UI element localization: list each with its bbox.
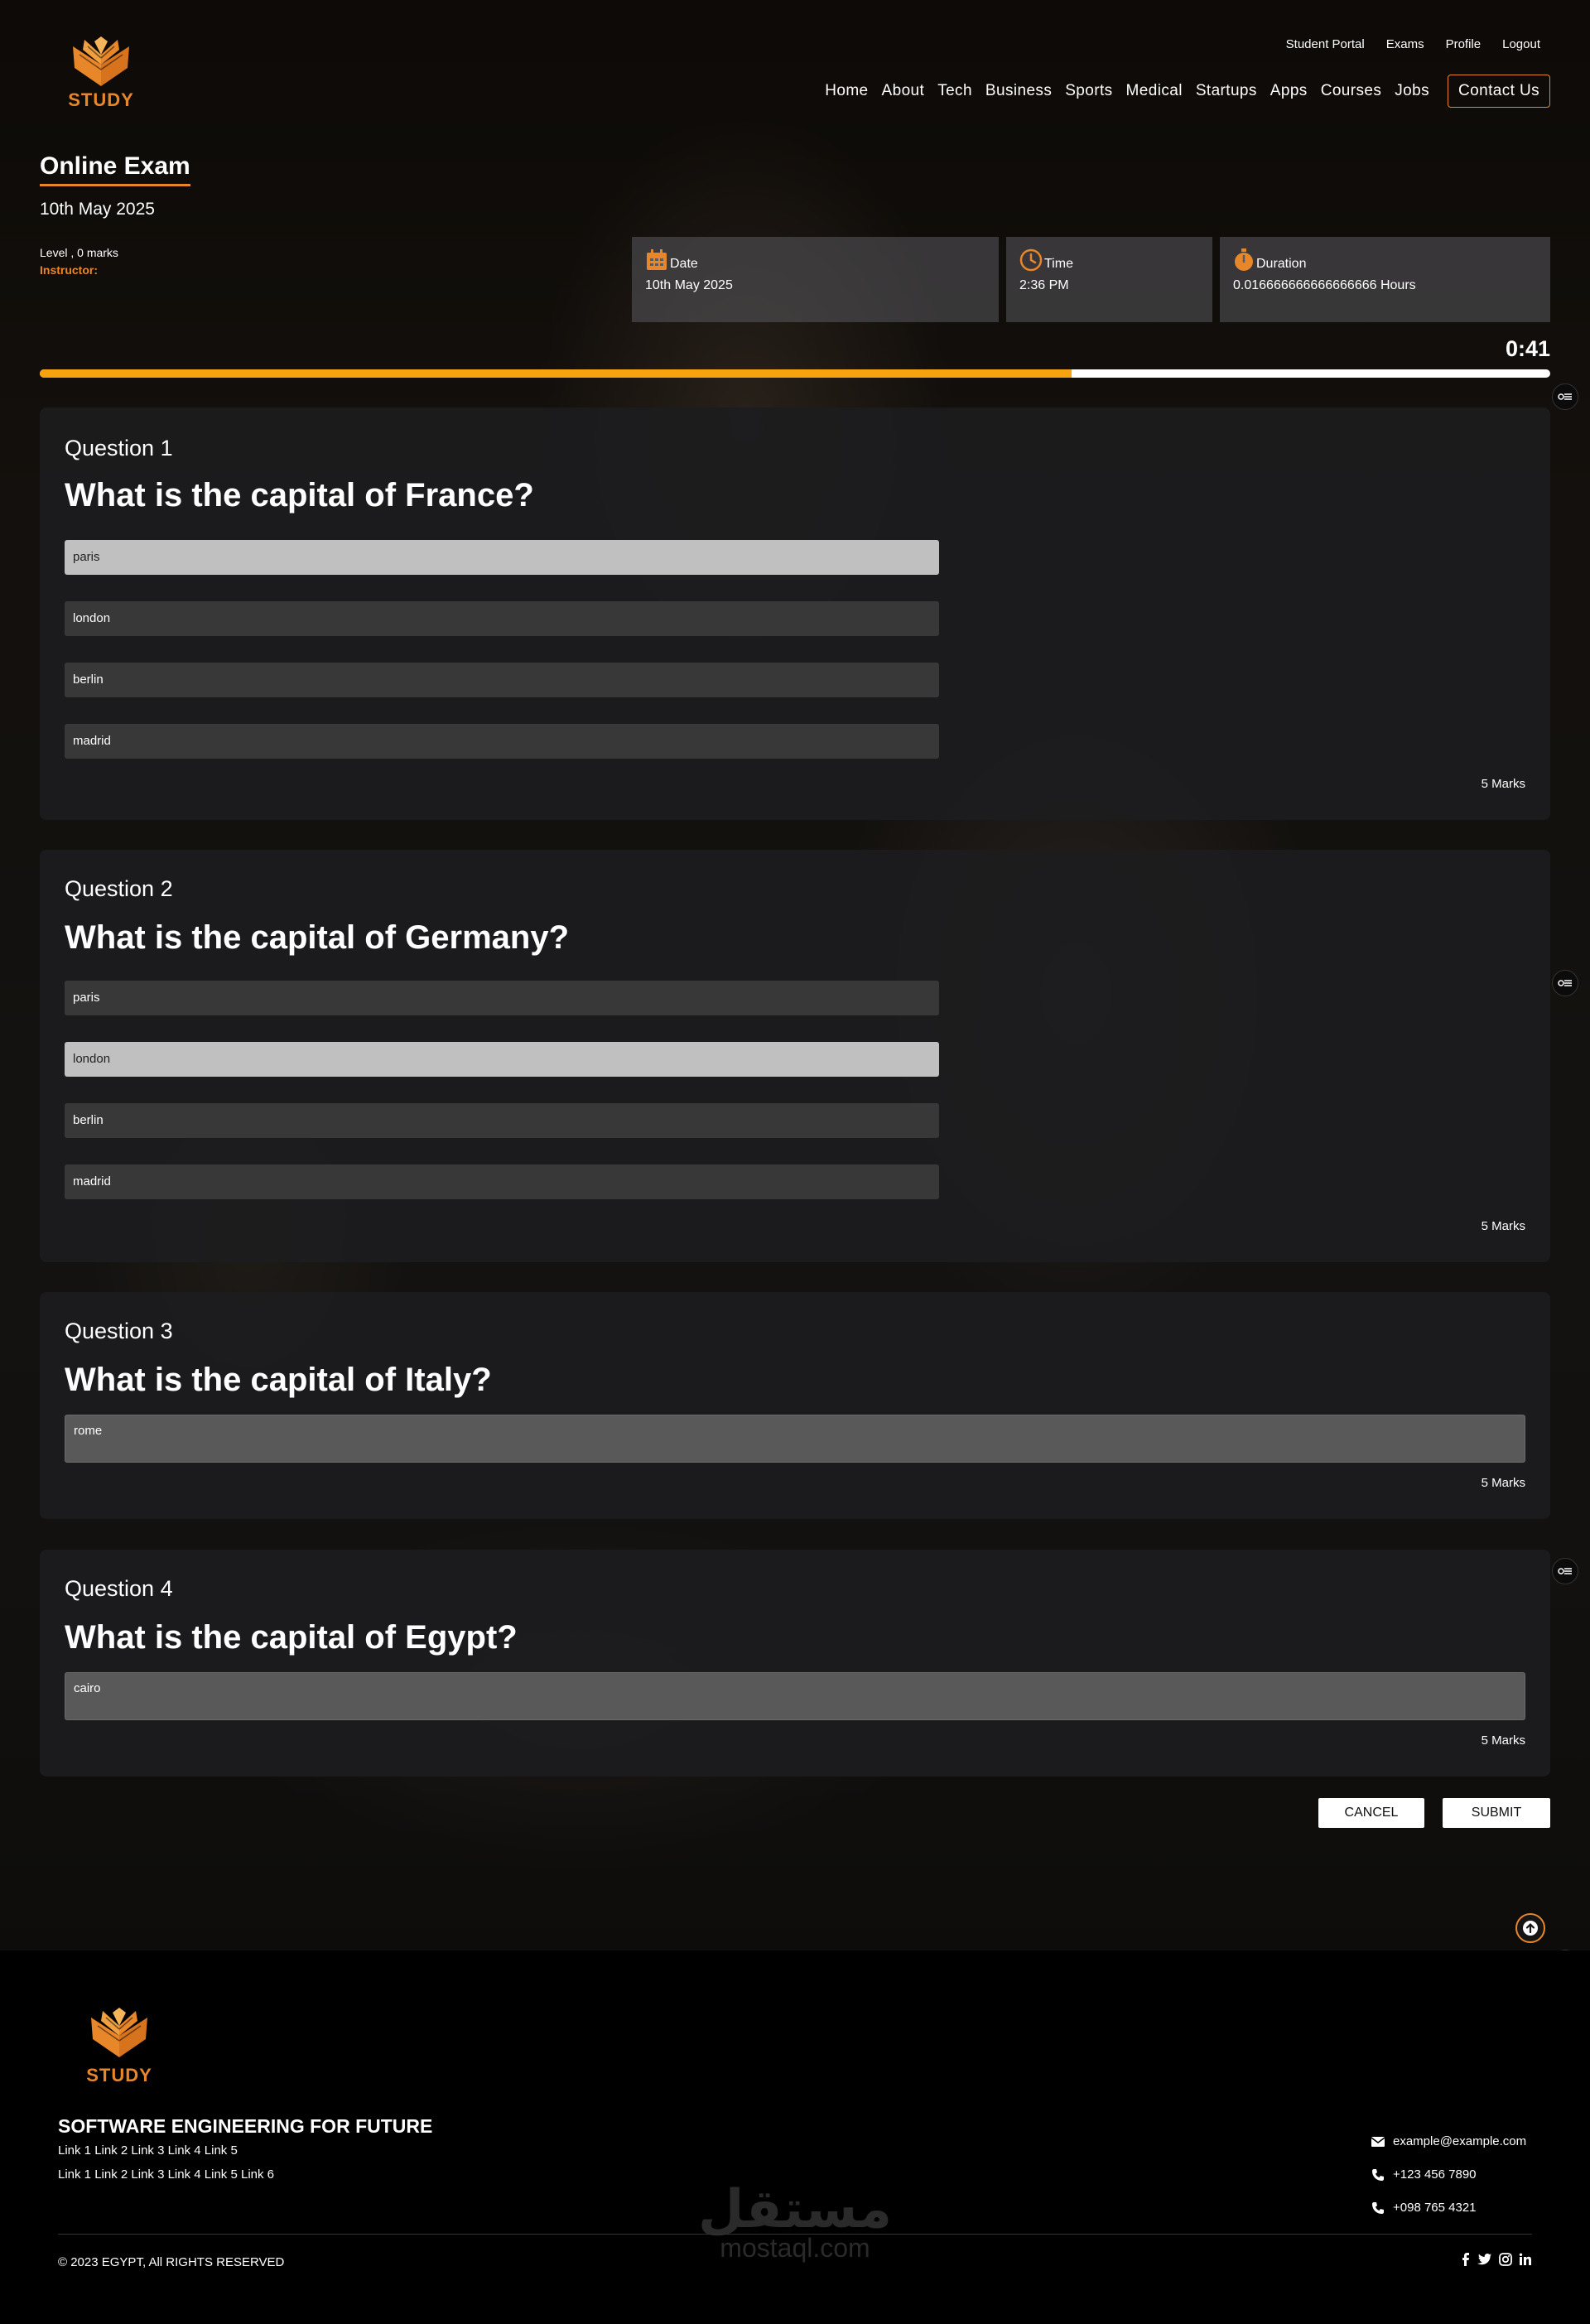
watermark: مستقل mostaql.com bbox=[696, 2179, 894, 2263]
exam-date: 10th May 2025 bbox=[40, 200, 155, 219]
facebook-icon[interactable] bbox=[1461, 2253, 1471, 2266]
nav-home[interactable]: Home bbox=[825, 82, 868, 100]
nav-courses[interactable]: Courses bbox=[1321, 82, 1382, 100]
answer-option[interactable]: paris bbox=[65, 540, 939, 575]
footer-tagline: SOFTWARE ENGINEERING FOR FUTURE bbox=[58, 2115, 433, 2137]
nav-business[interactable]: Business bbox=[985, 82, 1052, 100]
footer-phone-text[interactable]: +123 456 7890 bbox=[1393, 2167, 1477, 2182]
time-card: Time 2:36 PM bbox=[1006, 237, 1212, 322]
answer-option[interactable]: madrid bbox=[65, 1164, 939, 1199]
instagram-icon[interactable] bbox=[1499, 2253, 1512, 2266]
contact-us-button[interactable]: Contact Us bbox=[1448, 75, 1550, 108]
question-text: What is the capital of Germany? bbox=[65, 919, 570, 956]
phone-icon bbox=[1372, 2201, 1384, 2214]
footer-email-text[interactable]: example@example.com bbox=[1393, 2134, 1526, 2148]
page-title: Online Exam bbox=[40, 152, 190, 186]
nav-student-portal[interactable]: Student Portal bbox=[1286, 37, 1365, 51]
accessibility-toggle-icon[interactable] bbox=[1552, 970, 1578, 996]
time-progress-bar bbox=[40, 369, 1550, 378]
question-card: Question 2 What is the capital of German… bbox=[40, 850, 1550, 1262]
nav-medical[interactable]: Medical bbox=[1126, 82, 1183, 100]
book-logo-icon bbox=[73, 36, 129, 86]
nav-exams[interactable]: Exams bbox=[1386, 37, 1424, 51]
duration-label: Duration bbox=[1256, 257, 1307, 271]
answer-textarea[interactable]: rome bbox=[65, 1415, 1525, 1463]
book-logo-icon bbox=[91, 2008, 147, 2057]
envelope-icon bbox=[1371, 2136, 1385, 2147]
nav-apps[interactable]: Apps bbox=[1270, 82, 1308, 100]
question-number: Question 2 bbox=[65, 876, 173, 901]
footer-email: example@example.com bbox=[1371, 2134, 1526, 2148]
footer-logo[interactable]: STUDY bbox=[84, 2008, 154, 2086]
nav-about[interactable]: About bbox=[882, 82, 925, 100]
footer-logo-text: STUDY bbox=[86, 2065, 152, 2085]
time-value: 2:36 PM bbox=[1019, 278, 1069, 292]
top-nav: Student Portal Exams Profile Logout bbox=[1286, 37, 1540, 51]
date-card: Date 10th May 2025 bbox=[632, 237, 999, 322]
question-text: What is the capital of France? bbox=[65, 477, 534, 513]
answer-option[interactable]: paris bbox=[65, 981, 939, 1015]
question-card: Question 4 What is the capital of Egypt?… bbox=[40, 1550, 1550, 1777]
question-card: Question 3 What is the capital of Italy?… bbox=[40, 1292, 1550, 1519]
answer-option[interactable]: london bbox=[65, 601, 939, 636]
question-marks: 5 Marks bbox=[1481, 1219, 1525, 1233]
date-label: Date bbox=[670, 257, 698, 271]
exam-level: Level , 0 marks bbox=[40, 246, 118, 259]
duration-value: 0.016666666666666666 Hours bbox=[1233, 278, 1416, 292]
social-links bbox=[1461, 2253, 1532, 2266]
exam-instructor: Instructor: bbox=[40, 263, 98, 277]
question-marks: 5 Marks bbox=[1481, 1476, 1525, 1490]
footer-copyright: © 2023 EGYPT, All RIGHTS RESERVED bbox=[58, 2255, 285, 2269]
footer-phone: +098 765 4321 bbox=[1371, 2201, 1477, 2215]
progress-fill bbox=[40, 369, 1072, 378]
question-number: Question 3 bbox=[65, 1319, 173, 1343]
nav-profile[interactable]: Profile bbox=[1446, 37, 1482, 51]
duration-card: Duration 0.016666666666666666 Hours bbox=[1220, 237, 1550, 322]
site-logo[interactable]: STUDY bbox=[66, 36, 136, 111]
answer-textarea[interactable]: cairo bbox=[65, 1672, 1525, 1720]
scroll-to-top-button[interactable] bbox=[1515, 1913, 1545, 1943]
question-number: Question 1 bbox=[65, 436, 173, 460]
watermark-latin: mostaql.com bbox=[720, 2233, 870, 2263]
twitter-icon[interactable] bbox=[1477, 2253, 1492, 2266]
cancel-button[interactable]: CANCEL bbox=[1318, 1798, 1424, 1828]
accessibility-toggle-icon[interactable] bbox=[1552, 383, 1578, 410]
answer-option[interactable]: london bbox=[65, 1042, 939, 1077]
question-marks: 5 Marks bbox=[1481, 777, 1525, 791]
question-number: Question 4 bbox=[65, 1576, 173, 1601]
answer-option[interactable]: berlin bbox=[65, 663, 939, 697]
footer-links-row[interactable]: Link 1 Link 2 Link 3 Link 4 Link 5 Link … bbox=[58, 2167, 274, 2182]
time-label: Time bbox=[1044, 257, 1073, 271]
question-text: What is the capital of Italy? bbox=[65, 1362, 492, 1398]
clock-icon bbox=[1019, 248, 1043, 272]
main-nav: Home About Tech Business Sports Medical … bbox=[825, 75, 1550, 108]
nav-jobs[interactable]: Jobs bbox=[1395, 82, 1429, 100]
calendar-icon bbox=[647, 249, 667, 270]
watermark-arabic: مستقل bbox=[697, 2179, 893, 2240]
footer-phone-text[interactable]: +098 765 4321 bbox=[1393, 2201, 1477, 2215]
answer-option[interactable]: madrid bbox=[65, 724, 939, 759]
question-marks: 5 Marks bbox=[1481, 1733, 1525, 1748]
answer-option[interactable]: berlin bbox=[65, 1103, 939, 1138]
nav-startups[interactable]: Startups bbox=[1196, 82, 1257, 100]
footer-divider bbox=[58, 2234, 1532, 2235]
nav-sports[interactable]: Sports bbox=[1065, 82, 1112, 100]
phone-icon bbox=[1372, 2168, 1384, 2181]
question-card: Question 1 What is the capital of France… bbox=[40, 407, 1550, 820]
logo-text: STUDY bbox=[68, 89, 134, 110]
question-text: What is the capital of Egypt? bbox=[65, 1619, 518, 1656]
accessibility-toggle-icon[interactable] bbox=[1552, 1558, 1578, 1584]
date-value: 10th May 2025 bbox=[645, 278, 733, 292]
linkedin-icon[interactable] bbox=[1519, 2253, 1532, 2266]
arrow-up-icon bbox=[1523, 1921, 1538, 1936]
submit-button[interactable]: SUBMIT bbox=[1443, 1798, 1550, 1828]
countdown-timer: 0:41 bbox=[1505, 336, 1550, 361]
nav-tech[interactable]: Tech bbox=[937, 82, 972, 100]
footer-links-row[interactable]: Link 1 Link 2 Link 3 Link 4 Link 5 bbox=[58, 2143, 238, 2158]
footer-phone: +123 456 7890 bbox=[1371, 2167, 1477, 2182]
nav-logout[interactable]: Logout bbox=[1502, 37, 1540, 51]
stopwatch-icon bbox=[1235, 248, 1253, 271]
